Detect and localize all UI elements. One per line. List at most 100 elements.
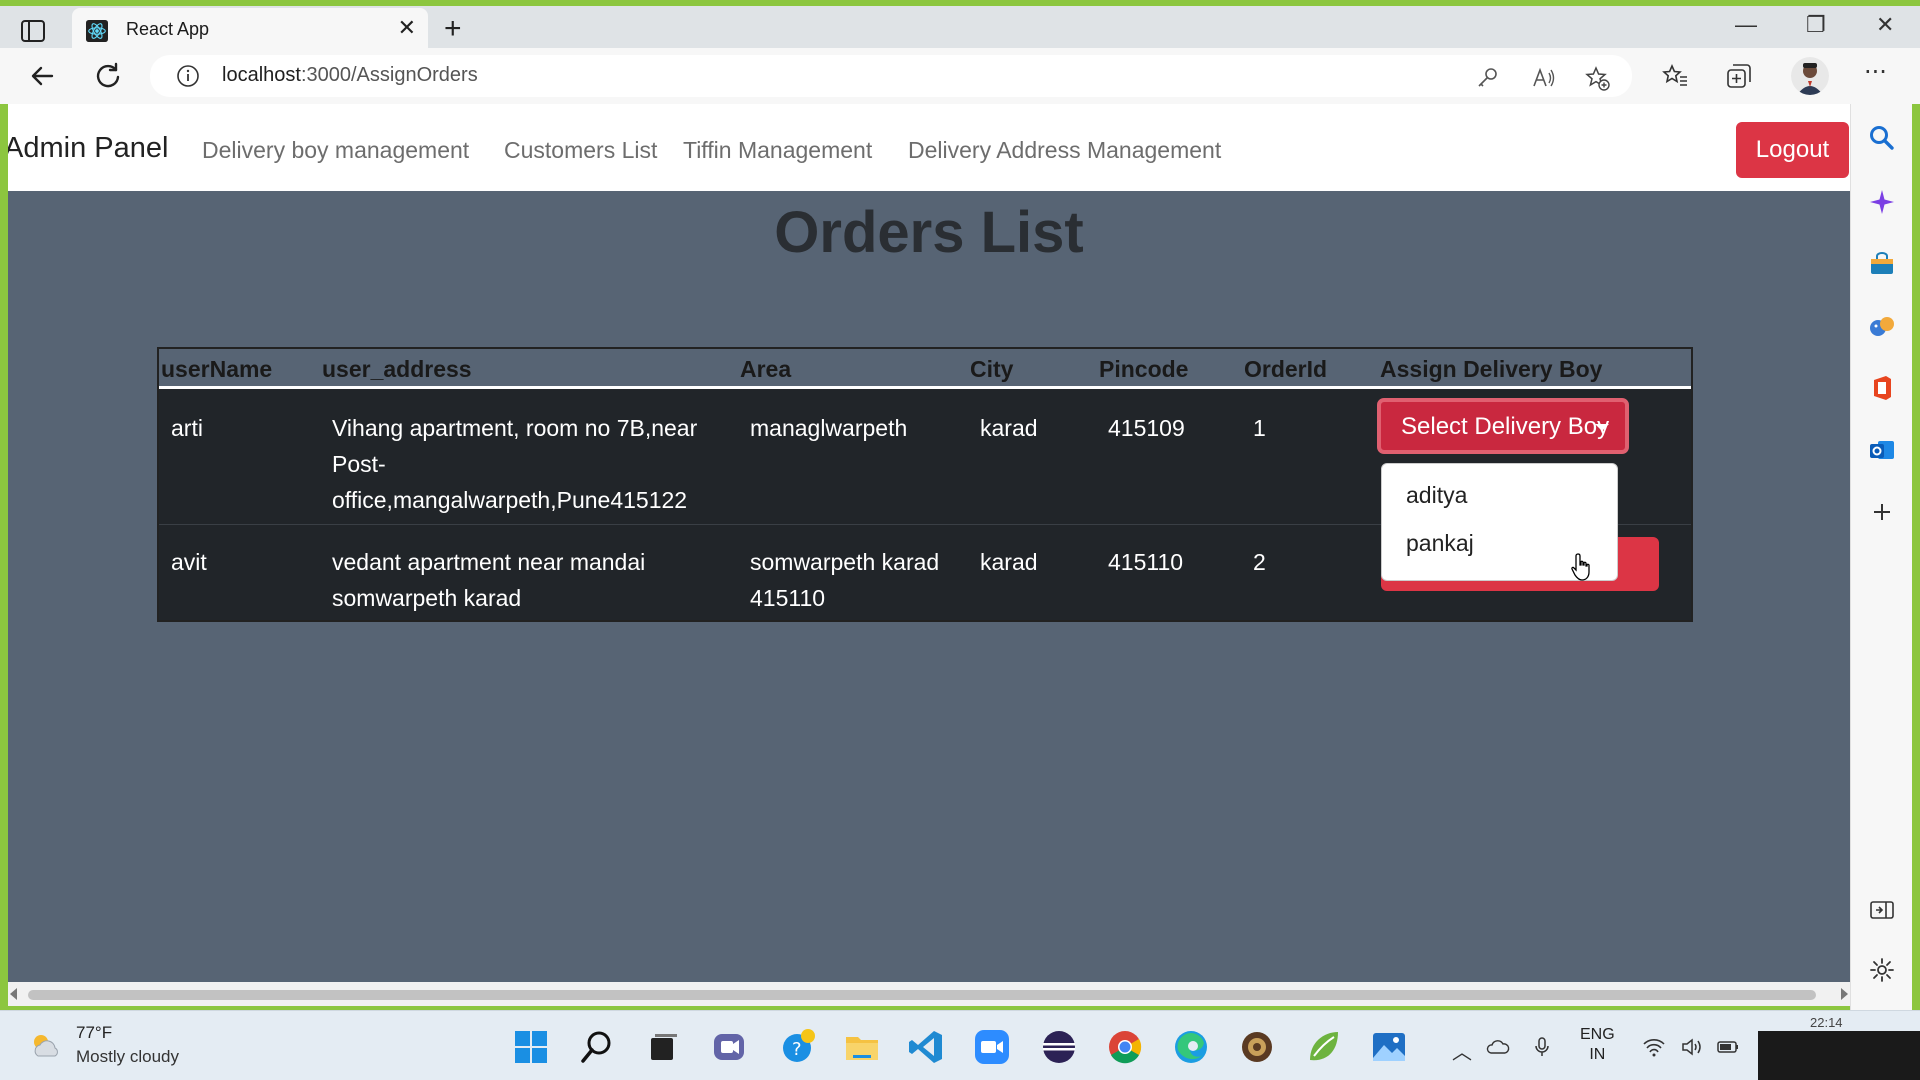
search-icon[interactable] <box>1868 124 1896 152</box>
weather-cloudy-icon[interactable] <box>28 1029 62 1063</box>
show-hidden-icons-icon[interactable]: ︿ <box>1452 1036 1476 1064</box>
cell-user-address: vedant apartment near mandai somwarpeth … <box>332 544 732 616</box>
dropdown-item-aditya[interactable]: aditya <box>1406 482 1467 509</box>
zoom-icon[interactable] <box>973 1028 1011 1066</box>
address-toolbar: localhost:3000/AssignOrders ··· <box>0 48 1920 104</box>
tab-actions-icon[interactable] <box>18 16 48 46</box>
svg-text:?: ? <box>792 1039 802 1060</box>
restore-icon[interactable]: ❐ <box>1806 12 1826 38</box>
nav-link-tiffin-management[interactable]: Tiffin Management <box>683 137 872 164</box>
scrollbar-thumb[interactable] <box>28 990 1816 1000</box>
column-header: Pincode <box>1099 356 1189 382</box>
column-header: userName <box>161 356 273 382</box>
app-gear-icon[interactable] <box>1238 1028 1276 1066</box>
column-header: OrderId <box>1244 356 1328 382</box>
assign-delivery-boy-button[interactable]: Select Delivery Boy <box>1377 398 1629 454</box>
page-title: Orders List <box>774 200 1084 265</box>
cell-pincode: 415110 <box>1108 549 1184 575</box>
nav-link-delivery-address-management[interactable]: Delivery Address Management <box>908 137 1221 164</box>
address-line: vedant apartment near mandai <box>332 549 646 575</box>
area-line: somwarpeth karad <box>750 549 940 575</box>
address-line: somwarpeth karad <box>332 585 522 611</box>
copilot-sparkle-icon[interactable] <box>1868 188 1896 216</box>
address-line: Vihang apartment, room no 7B,near <box>332 415 698 441</box>
read-aloud-icon[interactable] <box>1530 65 1556 91</box>
chrome-icon[interactable] <box>1106 1028 1144 1066</box>
close-window-icon[interactable]: ✕ <box>1876 12 1894 38</box>
teams-chat-icon[interactable] <box>710 1028 748 1066</box>
react-icon <box>86 20 108 42</box>
photos-icon[interactable] <box>1370 1028 1408 1066</box>
shopping-icon[interactable] <box>1868 250 1896 278</box>
clock-time[interactable]: 22:14 <box>1810 1015 1843 1030</box>
refresh-icon[interactable] <box>92 60 124 92</box>
back-icon[interactable] <box>26 60 58 92</box>
nav-link-delivery-boy-management[interactable]: Delivery boy management <box>202 137 469 164</box>
favorites-icon[interactable] <box>1660 61 1690 91</box>
caret-down-icon <box>1595 424 1609 431</box>
address-line: office,mangalwarpeth,Pune415122 <box>332 487 688 513</box>
spring-tool-icon[interactable] <box>1304 1028 1342 1066</box>
url-text: localhost:3000/AssignOrders <box>222 64 478 86</box>
cell-order-id: 2 <box>1253 549 1266 575</box>
task-view-icon[interactable] <box>643 1028 681 1066</box>
vscode-icon[interactable] <box>907 1028 945 1066</box>
office-icon[interactable] <box>1868 374 1896 402</box>
add-favorite-icon[interactable] <box>1584 65 1610 91</box>
windows-start-icon[interactable] <box>512 1028 550 1066</box>
scroll-left-icon[interactable] <box>10 988 17 1000</box>
logout-button[interactable]: Logout <box>1736 122 1849 178</box>
cell-city: karad <box>980 549 1038 575</box>
profile-icon <box>1791 57 1829 95</box>
language-indicator[interactable]: ENG IN <box>1580 1025 1615 1065</box>
edge-sidebar <box>1850 104 1912 1010</box>
column-header: user_address <box>322 356 472 382</box>
cell-pincode: 415109 <box>1108 415 1185 441</box>
assign-button-label: Select Delivery Boy <box>1401 413 1610 440</box>
brand-title[interactable]: Admin Panel <box>8 132 168 165</box>
file-explorer-icon[interactable] <box>843 1028 881 1066</box>
help-tips-icon[interactable]: ? <box>778 1028 816 1066</box>
volume-icon[interactable] <box>1680 1036 1704 1058</box>
new-tab-icon[interactable]: + <box>444 12 462 46</box>
column-header: Assign Delivery Boy <box>1380 356 1603 382</box>
notification-area[interactable] <box>1758 1031 1920 1080</box>
tab-title: React App <box>126 19 210 39</box>
outlook-icon[interactable] <box>1868 436 1896 464</box>
page-viewport: Admin Panel Delivery boy management Cust… <box>8 104 1850 982</box>
minimize-icon[interactable]: — <box>1735 12 1757 38</box>
microphone-icon[interactable] <box>1530 1036 1554 1058</box>
dropdown-item-pankaj[interactable]: pankaj <box>1406 530 1474 557</box>
cell-area: managlwarpeth <box>750 410 907 446</box>
weather-description[interactable]: Mostly cloudy <box>76 1047 179 1067</box>
key-icon[interactable] <box>1474 65 1500 91</box>
column-header: Area <box>740 356 792 382</box>
edge-icon[interactable] <box>1172 1028 1210 1066</box>
nav-link-customers-list[interactable]: Customers List <box>504 137 657 164</box>
weather-temperature[interactable]: 77°F <box>76 1023 112 1043</box>
search-taskbar-icon[interactable] <box>578 1028 616 1066</box>
url-bar[interactable]: localhost:3000/AssignOrders <box>150 55 1632 97</box>
add-sidebar-icon[interactable] <box>1868 498 1896 526</box>
battery-icon[interactable] <box>1716 1036 1740 1058</box>
cell-order-id: 1 <box>1253 415 1266 441</box>
info-icon[interactable] <box>176 64 200 88</box>
profile-avatar[interactable] <box>1791 57 1829 95</box>
eclipse-icon[interactable] <box>1040 1028 1078 1066</box>
more-options-icon[interactable]: ··· <box>1864 58 1894 88</box>
collections-icon[interactable] <box>1724 61 1754 91</box>
table-header: userName user_address Area City Pincode … <box>159 349 1691 389</box>
cell-area: somwarpeth karad 415110 <box>750 544 939 616</box>
close-tab-icon[interactable]: ✕ <box>398 16 416 41</box>
hide-sidebar-icon[interactable] <box>1868 896 1896 924</box>
app-navbar: Admin Panel Delivery boy management Cust… <box>8 104 1850 191</box>
wifi-icon[interactable] <box>1642 1036 1666 1058</box>
area-line: managlwarpeth <box>750 415 908 441</box>
cell-user-address: Vihang apartment, room no 7B,near Post- … <box>332 410 732 518</box>
onedrive-icon[interactable] <box>1486 1036 1510 1058</box>
settings-icon[interactable] <box>1868 956 1896 984</box>
scroll-right-icon[interactable] <box>1841 988 1848 1000</box>
games-icon[interactable] <box>1868 312 1896 340</box>
horizontal-scrollbar[interactable] <box>8 982 1850 1006</box>
cell-city: karad <box>980 415 1038 441</box>
